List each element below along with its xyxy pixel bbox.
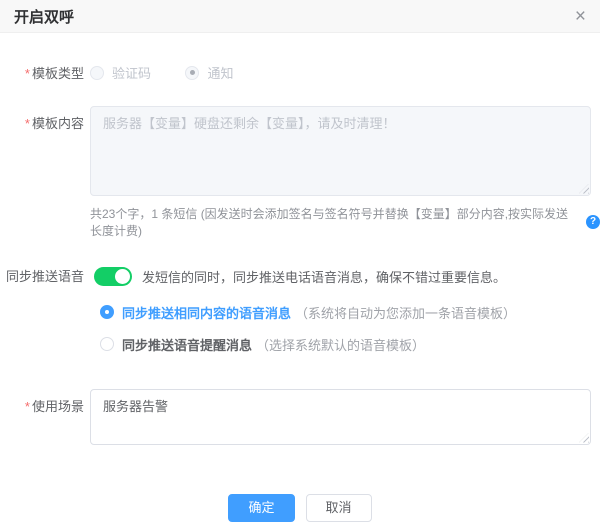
template-type-radio-group: 验证码 通知 [90,63,233,85]
usage-scene-row: *使用场景 服务器告警 [0,389,600,445]
radio-notification[interactable]: 通知 [185,63,233,82]
radio-circle-icon [90,66,104,80]
radio-verification-code[interactable]: 验证码 [90,63,151,82]
voice-option-label: 同步推送语音提醒消息 [122,335,252,354]
cancel-button[interactable]: 取消 [306,494,372,522]
sync-voice-label: 同步推送语音 [0,267,84,286]
voice-option-note: （选择系统默认的语音模板） [256,335,425,354]
template-type-row: *模板类型 验证码 通知 [0,63,600,85]
radio-label: 通知 [207,63,233,82]
help-icon[interactable]: ? [586,215,600,229]
counter-hint-row: 共23个字，1 条短信 (因发送时会添加签名与签名符号并替换【变量】部分内容,按… [90,205,600,239]
template-content-row: *模板内容 服务器【变量】硬盘还剩余【变量】，请及时清理！ [0,106,600,196]
required-asterisk: * [25,399,30,414]
counter-hint-text: 共23个字，1 条短信 (因发送时会添加签名与签名符号并替换【变量】部分内容,按… [90,205,580,239]
confirm-button[interactable]: 确定 [228,494,294,522]
close-icon[interactable]: × [575,7,586,26]
radio-same-content-voice[interactable]: 同步推送相同内容的语音消息 （系统将自动为您添加一条语音模板） [100,303,600,322]
template-content-textarea: 服务器【变量】硬盘还剩余【变量】，请及时清理！ [90,106,591,196]
radio-voice-reminder[interactable]: 同步推送语音提醒消息 （选择系统默认的语音模板） [100,335,600,354]
sync-voice-description: 发短信的同时，同步推送电话语音消息，确保不错过重要信息。 [142,267,506,286]
toggle-knob [115,269,130,284]
radio-label: 验证码 [112,63,151,82]
required-asterisk: * [25,66,30,81]
usage-scene-field: 服务器告警 [90,389,591,445]
radio-checked-icon [100,305,114,319]
dialog-title: 开启双呼 [14,6,74,27]
template-content-label: *模板内容 [0,106,84,133]
usage-scene-textarea[interactable]: 服务器告警 [90,389,591,445]
voice-option-label: 同步推送相同内容的语音消息 [122,303,291,322]
enable-dual-call-dialog: 开启双呼 × *模板类型 验证码 通知 *模板内容 服务器【变量】硬盘还剩余【变… [0,0,600,502]
usage-scene-label: *使用场景 [0,389,84,416]
sync-voice-row: 同步推送语音 发短信的同时，同步推送电话语音消息，确保不错过重要信息。 [0,267,600,286]
radio-circle-checked-icon [185,66,199,80]
template-type-label: *模板类型 [0,64,84,83]
radio-unchecked-icon [100,337,114,351]
voice-option-note: （系统将自动为您添加一条语音模板） [295,303,516,322]
required-asterisk: * [25,116,30,131]
template-content-field: 服务器【变量】硬盘还剩余【变量】，请及时清理！ [90,106,591,196]
sync-voice-toggle[interactable] [94,267,132,286]
dialog-header: 开启双呼 × [0,0,600,33]
dialog-footer: 确定 取消 [0,494,600,522]
